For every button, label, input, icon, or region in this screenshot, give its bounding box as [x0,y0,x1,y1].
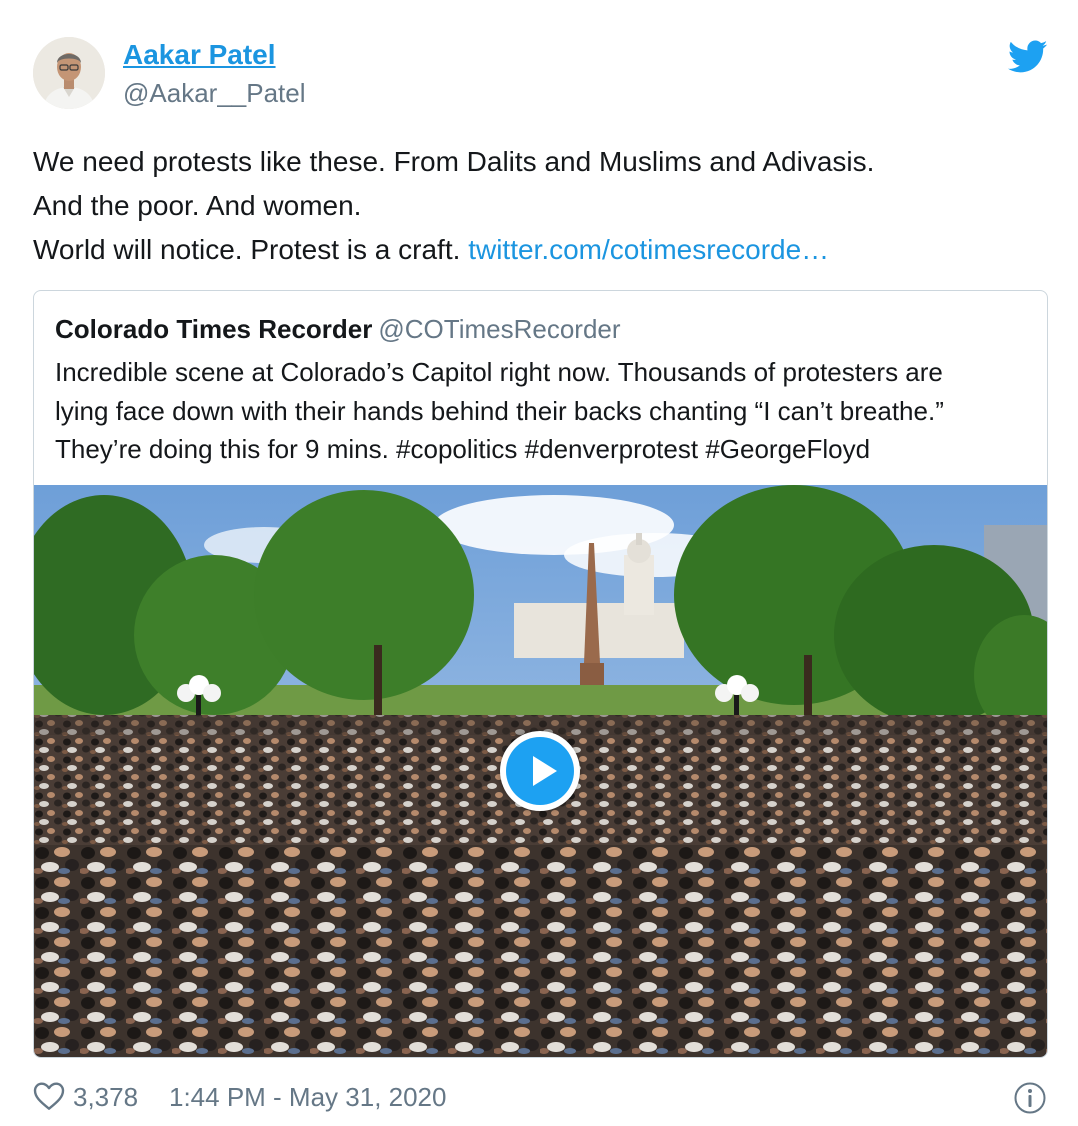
quoted-tweet-line: Incredible scene at Colorado’s Capitol r… [55,357,943,387]
tweet-line-last: World will notice. Protest is a craft. t… [33,228,1043,272]
quoted-tweet-header: Colorado Times Recorder @COTimesRecorder [55,313,621,345]
author-handle: @Aakar__Patel [123,78,306,108]
quoted-tweet-card[interactable]: Colorado Times Recorder @COTimesRecorder … [33,290,1048,1058]
heart-icon[interactable] [33,1081,67,1113]
tweet-line-text: World will notice. Protest is a craft. [33,234,461,265]
avatar-photo [33,37,105,109]
play-icon [533,756,557,786]
tweet-timestamp[interactable]: 1:44 PM - May 31, 2020 [169,1080,446,1114]
info-icon[interactable] [1013,1081,1047,1115]
tweet-line: We need protests like these. From Dalits… [33,146,875,177]
tweet-line: And the poor. And women. [33,190,362,221]
like-count[interactable]: 3,378 [73,1080,138,1114]
play-icon-circle [506,737,574,805]
twitter-bird-icon[interactable] [1008,40,1048,74]
quoted-tweet-line: They’re doing this for 9 mins. #copoliti… [55,434,871,464]
author-avatar[interactable] [33,37,105,109]
quoted-tweet-line: lying face down with their hands behind … [55,395,944,426]
video-thumbnail[interactable] [34,485,1047,1057]
quoted-tweet-link[interactable]: twitter.com/cotimesrecorde… [468,234,829,265]
quoted-tweet-text: Incredible scene at Colorado’s Capitol r… [55,353,1040,469]
author-name[interactable]: Aakar Patel [123,38,276,72]
quoted-author-handle: @COTimesRecorder [378,314,621,344]
quoted-author-name: Colorado Times Recorder [55,314,373,344]
video-play-button[interactable] [500,731,580,811]
tweet-text: We need protests like these. From Dalits… [33,140,1043,272]
tweet-footer: 3,378 1:44 PM - May 31, 2020 [33,1078,1048,1118]
